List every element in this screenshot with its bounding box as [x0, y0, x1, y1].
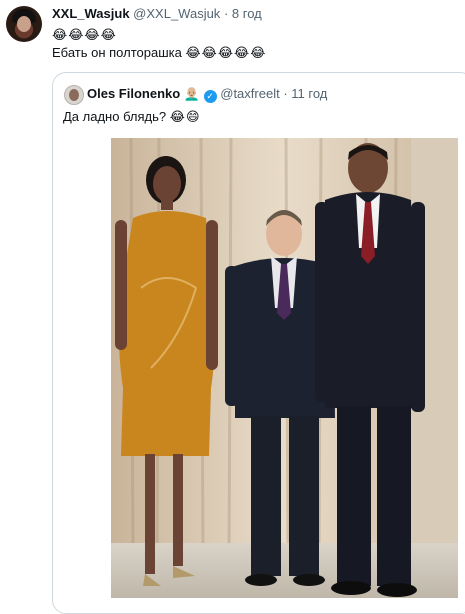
emoji-row: 😂😂😂😂	[52, 27, 117, 42]
avatar-face	[17, 16, 31, 32]
quoted-author-handle[interactable]: @taxfreelt	[220, 86, 279, 101]
tweet-text-line-2: Ебать он полторашка 😂😂😂😂😂	[52, 45, 266, 61]
tweet-header: XXL_Wasjuk @XXL_Wasjuk · 8 год	[52, 6, 262, 21]
separator-dot: ·	[283, 86, 288, 101]
quoted-text: Да ладно блядь?	[63, 109, 170, 124]
emoji-row: 😂😄	[169, 109, 201, 124]
emoji-row: 😂😂😂😂😂	[185, 45, 267, 60]
tweet-time[interactable]: 8 год	[232, 6, 262, 21]
quoted-tweet-text: Да ладно блядь? 😂😄	[63, 109, 201, 125]
quoted-avatar-face	[69, 89, 79, 101]
quoted-tweet[interactable]: Oles Filonenko 👨🏼‍🦲 ✓ @taxfreelt · 11 го…	[52, 72, 465, 614]
verified-badge-icon: ✓	[203, 90, 217, 103]
tweet-text: Ебать он полторашка	[52, 45, 186, 60]
photo-illustration	[111, 138, 458, 598]
quoted-author-emoji: 👨🏼‍🦲	[183, 86, 200, 101]
quoted-author-name[interactable]: Oles Filonenko	[87, 86, 180, 101]
tweet-photo[interactable]	[111, 138, 458, 598]
quoted-tweet-header: Oles Filonenko 👨🏼‍🦲 ✓ @taxfreelt · 11 го…	[87, 86, 327, 103]
quoted-tweet-time[interactable]: 11 год	[291, 86, 327, 101]
tweet-text-line-1: 😂😂😂😂	[52, 27, 117, 43]
author-handle[interactable]: @XXL_Wasjuk	[133, 6, 220, 21]
separator-dot: ·	[223, 6, 229, 21]
avatar[interactable]	[6, 6, 42, 42]
author-name[interactable]: XXL_Wasjuk	[52, 6, 130, 21]
quoted-avatar[interactable]	[64, 85, 84, 105]
